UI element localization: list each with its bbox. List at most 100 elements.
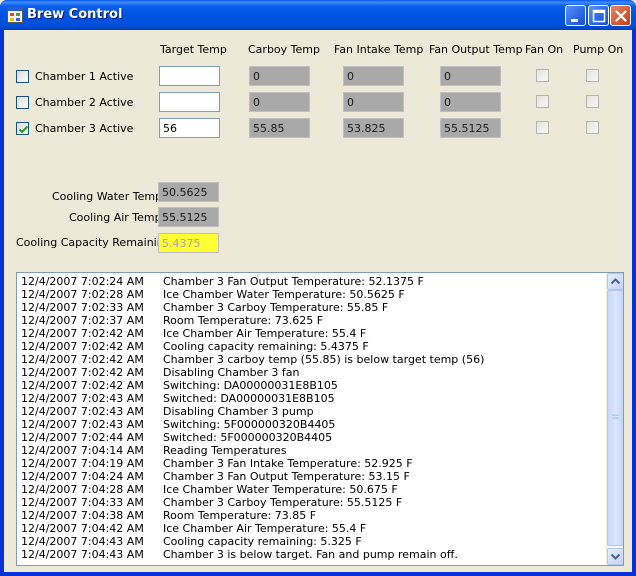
log-entry-time: 12/4/2007 7:02:33 AM [21,301,144,314]
minimize-button[interactable] [565,5,586,26]
header-target-temp: Target Temp [160,43,227,56]
log-entry-message: Switching: DA00000031E8B105 [163,379,338,392]
chamber-1-target-temp-input[interactable] [159,66,220,86]
log-entry-time: 12/4/2007 7:04:38 AM [21,509,144,522]
checkmark-icon [18,125,29,134]
log-entry-message: Chamber 3 Fan Output Temperature: 53.15 … [163,470,410,483]
close-icon [615,10,627,22]
header-fan-output-temp: Fan Output Temp [429,43,523,56]
log-entry-message: Disabling Chamber 3 pump [163,405,314,418]
chamber-3-carboy-temp-field: 55.85 [249,118,310,138]
close-button[interactable] [610,5,631,26]
chamber-1-active-label[interactable]: Chamber 1 Active [35,70,133,83]
cooling-air-temp-field: 55.5125 [158,207,219,227]
chamber-2-fan-on-checkbox[interactable] [536,95,549,108]
chamber-3-active-label[interactable]: Chamber 3 Active [35,122,133,135]
maximize-button[interactable] [588,5,609,26]
log-entry-time: 12/4/2007 7:02:43 AM [21,392,144,405]
window-title: Brew Control [27,7,123,22]
chamber-3-fan-on-checkbox[interactable] [536,121,549,134]
chamber-2-target-temp-input[interactable] [159,92,220,112]
log-entry-time: 12/4/2007 7:04:33 AM [21,496,144,509]
log-entry-time: 12/4/2007 7:02:42 AM [21,340,144,353]
minimize-icon [571,19,578,22]
log-entry-time: 12/4/2007 7:02:42 AM [21,379,144,392]
scroll-thumb[interactable] [607,290,623,546]
log-entry-message: Room Temperature: 73.85 F [163,509,317,522]
log-entry-message: Ice Chamber Air Temperature: 55.4 F [163,522,367,535]
chamber-2-fan-intake-temp-field: 0 [343,92,404,112]
chamber-3-active-checkbox[interactable] [16,122,29,135]
chamber-2-fan-output-temp-field: 0 [440,92,501,112]
log-entry-time: 12/4/2007 7:02:43 AM [21,418,144,431]
log-entry-message: Reading Temperatures [163,444,287,457]
header-pump-on: Pump On [573,43,624,56]
chamber-3-pump-on-checkbox[interactable] [586,121,599,134]
log-entry-message: Cooling capacity remaining: 5.325 F [163,535,362,548]
log-entry-time: 12/4/2007 7:04:14 AM [21,444,144,457]
log-entry-time: 12/4/2007 7:02:42 AM [21,353,144,366]
scroll-up-button[interactable] [607,273,623,290]
chamber-2-pump-on-checkbox[interactable] [586,95,599,108]
brew-control-window: Brew Control Target Temp Carboy Temp Fan… [0,0,636,576]
cooling-capacity-field: 5.4375 [158,233,219,253]
log-entry-message: Cooling capacity remaining: 5.4375 F [163,340,369,353]
app-form-icon [7,7,23,23]
chamber-1-fan-intake-temp-field: 0 [343,66,404,86]
chamber-1-pump-on-checkbox[interactable] [586,69,599,82]
log-entry-time: 12/4/2007 7:04:19 AM [21,457,144,470]
cooling-water-temp-label: Cooling Water Temp [52,190,163,203]
chamber-2-carboy-temp-field: 0 [249,92,310,112]
title-bar[interactable]: Brew Control [0,0,636,30]
log-entry-message: Chamber 3 Fan Output Temperature: 52.137… [163,275,424,288]
log-entry-time: 12/4/2007 7:02:42 AM [21,327,144,340]
chamber-3-fan-intake-temp-field: 53.825 [343,118,404,138]
chamber-2-active-label[interactable]: Chamber 2 Active [35,96,133,109]
event-log-list[interactable]: 12/4/2007 7:02:24 AM Chamber 3 Fan Output… [16,272,624,566]
scroll-down-button[interactable] [607,548,623,565]
log-entry-time: 12/4/2007 7:02:37 AM [21,314,144,327]
log-entry-message: Ice Chamber Water Temperature: 50.5625 F [163,288,405,301]
log-entry-time: 12/4/2007 7:02:43 AM [21,405,144,418]
log-entry-message: Switching: 5F000000320B4405 [163,418,336,431]
log-entry-time: 12/4/2007 7:02:24 AM [21,275,144,288]
cooling-air-temp-label: Cooling Air Temp [69,211,162,224]
log-entry-time: 12/4/2007 7:04:43 AM [21,535,144,548]
header-carboy-temp: Carboy Temp [248,43,320,56]
window-bottom-border [0,572,636,576]
log-entry-message: Chamber 3 carboy temp (55.85) is below t… [163,353,485,366]
header-fan-intake-temp: Fan Intake Temp [334,43,424,56]
log-entry-message: Chamber 3 Carboy Temperature: 55.85 F [163,301,389,314]
log-entry-time: 12/4/2007 7:04:24 AM [21,470,144,483]
cooling-water-temp-field: 50.5625 [158,182,219,202]
log-entry-message: Ice Chamber Water Temperature: 50.675 F [163,483,398,496]
chevron-down-icon [610,553,621,560]
log-entry-message: Switched: 5F000000320B4405 [163,431,333,444]
log-entry-message: Chamber 3 is below target. Fan and pump … [163,548,458,561]
chamber-3-fan-output-temp-field: 55.5125 [440,118,501,138]
log-entry-time: 12/4/2007 7:04:28 AM [21,483,144,496]
chamber-3-target-temp-input[interactable]: 56 [159,118,220,138]
log-entry-message: Chamber 3 Fan Intake Temperature: 52.925… [163,457,413,470]
chevron-up-icon [610,278,621,285]
cooling-capacity-label: Cooling Capacity Remaining [16,236,171,249]
log-entry-message: Room Temperature: 73.625 F [163,314,324,327]
chamber-1-fan-on-checkbox[interactable] [536,69,549,82]
chamber-1-carboy-temp-field: 0 [249,66,310,86]
log-entry-message: Switched: DA00000031E8B105 [163,392,335,405]
log-entry-time: 12/4/2007 7:02:28 AM [21,288,144,301]
chamber-2-active-checkbox[interactable] [16,96,29,109]
form-client-area: Target Temp Carboy Temp Fan Intake Temp … [4,30,632,572]
log-entry-time: 12/4/2007 7:04:43 AM [21,548,144,561]
log-entry-message: Disabling Chamber 3 fan [163,366,300,379]
log-entry-time: 12/4/2007 7:04:42 AM [21,522,144,535]
chamber-1-active-checkbox[interactable] [16,70,29,83]
grip-icon [612,413,619,419]
log-entry-message: Ice Chamber Air Temperature: 55.4 F [163,327,367,340]
log-entry-message: Chamber 3 Carboy Temperature: 55.5125 F [163,496,403,509]
log-vertical-scrollbar[interactable] [606,273,623,565]
chamber-1-fan-output-temp-field: 0 [440,66,501,86]
log-entry-time: 12/4/2007 7:02:42 AM [21,366,144,379]
header-fan-on: Fan On [525,43,564,56]
maximize-icon [592,9,606,23]
